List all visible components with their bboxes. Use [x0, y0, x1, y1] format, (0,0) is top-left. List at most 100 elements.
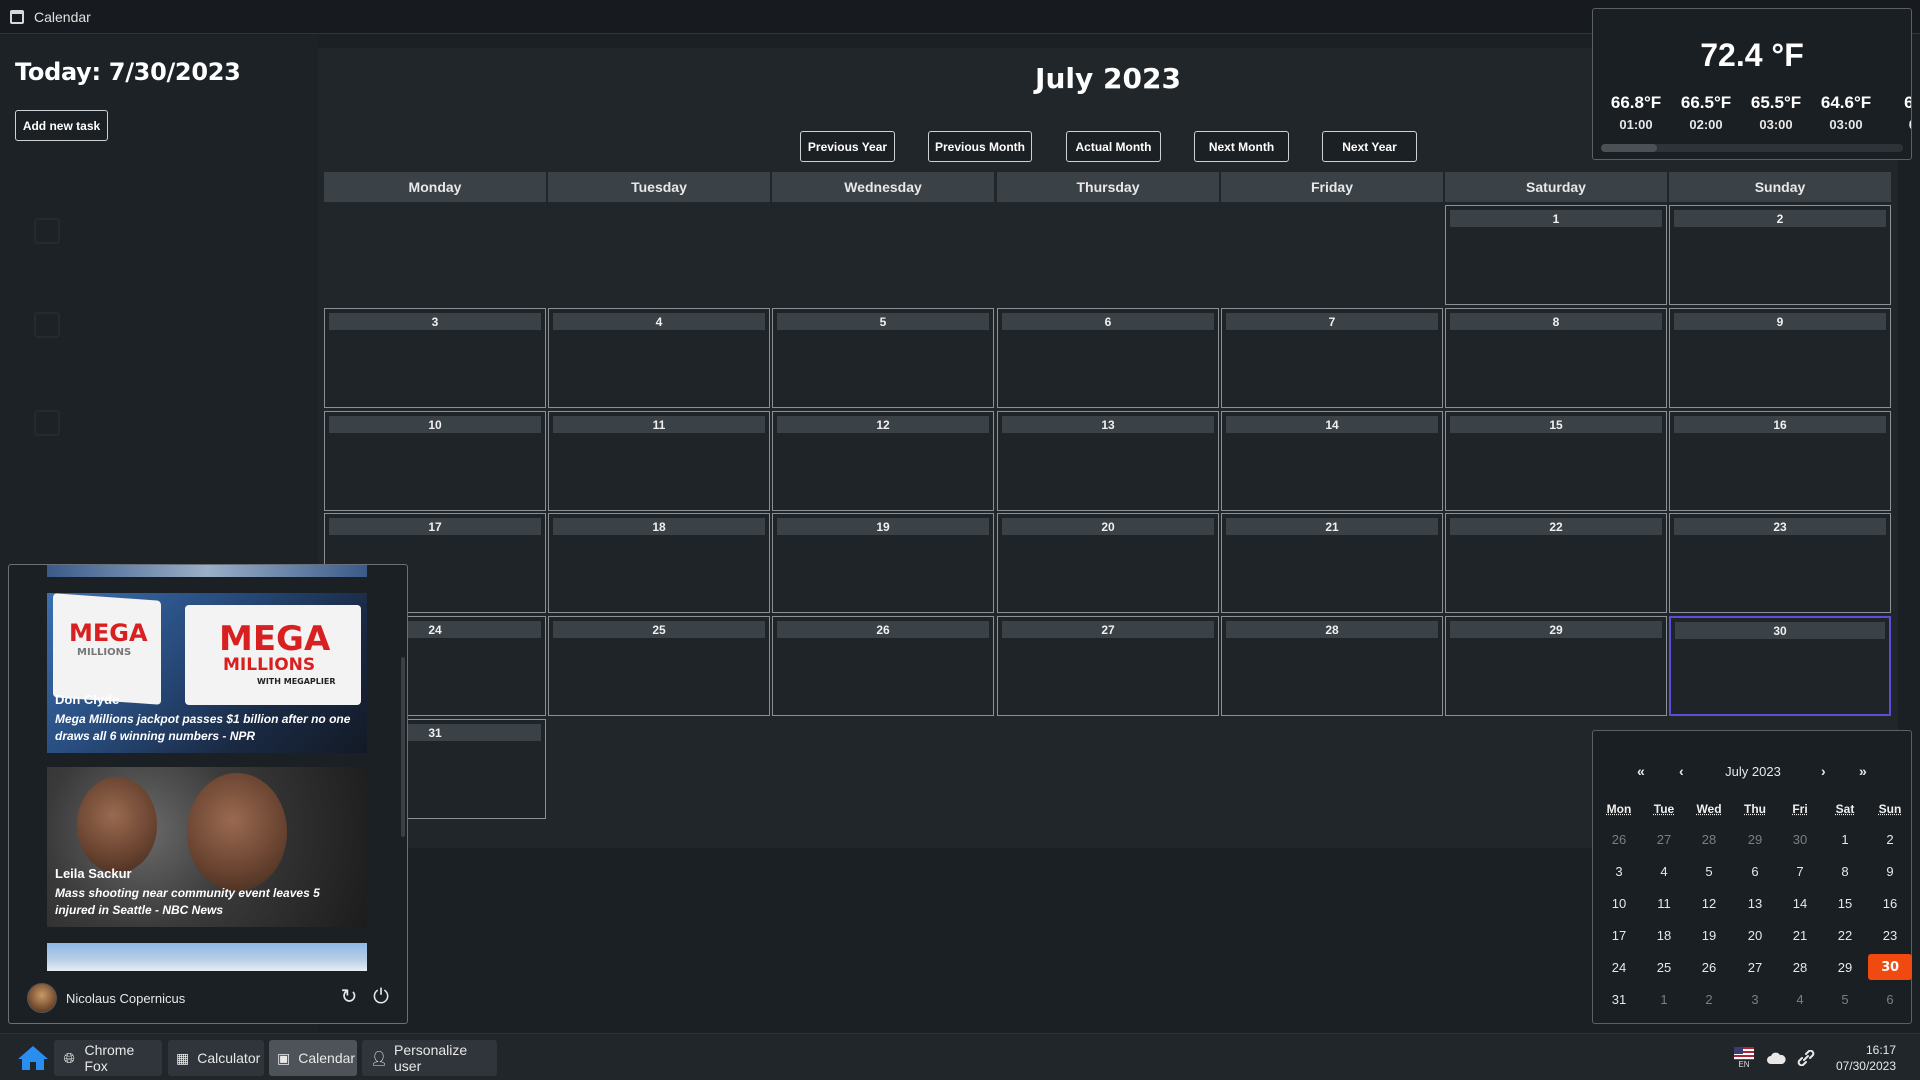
- calendar-day-cell[interactable]: 26: [772, 616, 994, 716]
- taskbar-app-calculator[interactable]: ▦ Calculator: [168, 1040, 264, 1076]
- taskbar-app-personalize-user[interactable]: 👤︎ Personalize user: [362, 1040, 497, 1076]
- mini-next-year-button[interactable]: »: [1859, 763, 1867, 779]
- calendar-day-cell[interactable]: 20: [997, 513, 1219, 613]
- mini-day[interactable]: 29: [1733, 826, 1777, 852]
- mini-day[interactable]: 6: [1733, 858, 1777, 884]
- mini-day[interactable]: 6: [1868, 986, 1912, 1012]
- calendar-day-cell[interactable]: 16: [1669, 411, 1891, 511]
- mini-day[interactable]: 30: [1778, 826, 1822, 852]
- power-icon[interactable]: ⏻: [371, 985, 391, 1009]
- mini-day[interactable]: 20: [1733, 922, 1777, 948]
- mini-day[interactable]: 3: [1733, 986, 1777, 1012]
- mini-day[interactable]: 26: [1597, 826, 1641, 852]
- actual-month-button[interactable]: Actual Month: [1066, 131, 1161, 162]
- mini-day[interactable]: 7: [1778, 858, 1822, 884]
- mini-day[interactable]: 27: [1733, 954, 1777, 980]
- mini-prev-year-button[interactable]: «: [1637, 763, 1645, 779]
- mini-day[interactable]: 18: [1642, 922, 1686, 948]
- link-icon[interactable]: [1796, 1049, 1816, 1066]
- language-indicator[interactable]: EN: [1733, 1046, 1754, 1069]
- calendar-day-cell[interactable]: 6: [997, 308, 1219, 408]
- mini-day[interactable]: 15: [1823, 890, 1867, 916]
- news-headline[interactable]: Mass shooting near community event leave…: [55, 885, 361, 919]
- mini-day[interactable]: 12: [1687, 890, 1731, 916]
- mini-day[interactable]: 1: [1823, 826, 1867, 852]
- calendar-day-cell[interactable]: 8: [1445, 308, 1667, 408]
- calendar-day-cell[interactable]: 3: [324, 308, 546, 408]
- mini-day[interactable]: 4: [1642, 858, 1686, 884]
- mini-day[interactable]: 25: [1642, 954, 1686, 980]
- mini-day[interactable]: 21: [1778, 922, 1822, 948]
- calendar-day-cell[interactable]: 22: [1445, 513, 1667, 613]
- restart-icon[interactable]: ↻: [339, 985, 359, 1009]
- mini-day[interactable]: 5: [1687, 858, 1731, 884]
- mini-day[interactable]: 28: [1687, 826, 1731, 852]
- previous-year-button[interactable]: Previous Year: [800, 131, 895, 162]
- calendar-day-cell[interactable]: 25: [548, 616, 770, 716]
- calendar-day-cell[interactable]: 4: [548, 308, 770, 408]
- calendar-day-cell[interactable]: 28: [1221, 616, 1443, 716]
- mini-day[interactable]: 2: [1868, 826, 1912, 852]
- mini-day[interactable]: 3: [1597, 858, 1641, 884]
- calendar-day-cell[interactable]: 23: [1669, 513, 1891, 613]
- calendar-day-cell[interactable]: 13: [997, 411, 1219, 511]
- mini-day[interactable]: 14: [1778, 890, 1822, 916]
- mini-prev-month-button[interactable]: ‹: [1679, 763, 1684, 779]
- mini-day[interactable]: 2: [1687, 986, 1731, 1012]
- mini-next-month-button[interactable]: ›: [1821, 763, 1826, 779]
- mini-day[interactable]: 9: [1868, 858, 1912, 884]
- news-item[interactable]: MEGA MILLIONS MEGA MILLIONS WITH MEGAPLI…: [47, 593, 367, 753]
- calendar-day-cell[interactable]: 11: [548, 411, 770, 511]
- calendar-day-cell[interactable]: 30: [1669, 616, 1891, 716]
- mini-day[interactable]: 28: [1778, 954, 1822, 980]
- forecast-scrollbar[interactable]: [1601, 144, 1903, 152]
- mini-day[interactable]: 24: [1597, 954, 1641, 980]
- calendar-day-cell[interactable]: 2: [1669, 205, 1891, 305]
- next-year-button[interactable]: Next Year: [1322, 131, 1417, 162]
- home-icon[interactable]: [16, 1044, 50, 1072]
- previous-month-button[interactable]: Previous Month: [928, 131, 1032, 162]
- calendar-day-cell[interactable]: 12: [772, 411, 994, 511]
- mini-day[interactable]: 26: [1687, 954, 1731, 980]
- mini-day[interactable]: 1: [1642, 986, 1686, 1012]
- mini-day-today[interactable]: 30: [1868, 954, 1912, 980]
- scrollbar-thumb[interactable]: [1601, 144, 1657, 152]
- mini-day[interactable]: 5: [1823, 986, 1867, 1012]
- calendar-day-cell[interactable]: 27: [997, 616, 1219, 716]
- news-image-partial[interactable]: [47, 943, 367, 971]
- add-task-button[interactable]: Add new task: [15, 110, 108, 141]
- mini-day[interactable]: 8: [1823, 858, 1867, 884]
- mini-day[interactable]: 22: [1823, 922, 1867, 948]
- mini-day[interactable]: 4: [1778, 986, 1822, 1012]
- mini-day[interactable]: 19: [1687, 922, 1731, 948]
- user-profile[interactable]: Nicolaus Copernicus: [27, 983, 185, 1013]
- calendar-day-cell[interactable]: 7: [1221, 308, 1443, 408]
- calendar-day-cell[interactable]: 19: [772, 513, 994, 613]
- mini-day[interactable]: 10: [1597, 890, 1641, 916]
- clock[interactable]: 16:17 07/30/2023: [1836, 1042, 1896, 1074]
- taskbar-app-chrome-fox[interactable]: 🌐︎ Chrome Fox: [54, 1040, 162, 1076]
- mini-day[interactable]: 13: [1733, 890, 1777, 916]
- mini-day[interactable]: 11: [1642, 890, 1686, 916]
- calendar-day-cell[interactable]: 5: [772, 308, 994, 408]
- mini-day[interactable]: 16: [1868, 890, 1912, 916]
- mini-day[interactable]: 31: [1597, 986, 1641, 1012]
- news-scrollbar[interactable]: [401, 657, 405, 837]
- calendar-day-cell[interactable]: 21: [1221, 513, 1443, 613]
- news-headline[interactable]: Mega Millions jackpot passes $1 billion …: [55, 711, 361, 745]
- calendar-day-cell[interactable]: 18: [548, 513, 770, 613]
- calendar-day-cell[interactable]: 14: [1221, 411, 1443, 511]
- taskbar-app-calendar[interactable]: ▣ Calendar: [269, 1040, 357, 1076]
- mini-day[interactable]: 29: [1823, 954, 1867, 980]
- calendar-day-cell[interactable]: 10: [324, 411, 546, 511]
- mini-day[interactable]: 23: [1868, 922, 1912, 948]
- mini-day[interactable]: 27: [1642, 826, 1686, 852]
- news-item[interactable]: Leila Sackur Mass shooting near communit…: [47, 767, 367, 927]
- mini-day[interactable]: 17: [1597, 922, 1641, 948]
- calendar-day-cell[interactable]: 15: [1445, 411, 1667, 511]
- next-month-button[interactable]: Next Month: [1194, 131, 1289, 162]
- calendar-day-cell[interactable]: 29: [1445, 616, 1667, 716]
- mini-calendar-title[interactable]: July 2023: [1698, 764, 1808, 779]
- cloud-icon[interactable]: [1766, 1051, 1786, 1065]
- calendar-day-cell[interactable]: 9: [1669, 308, 1891, 408]
